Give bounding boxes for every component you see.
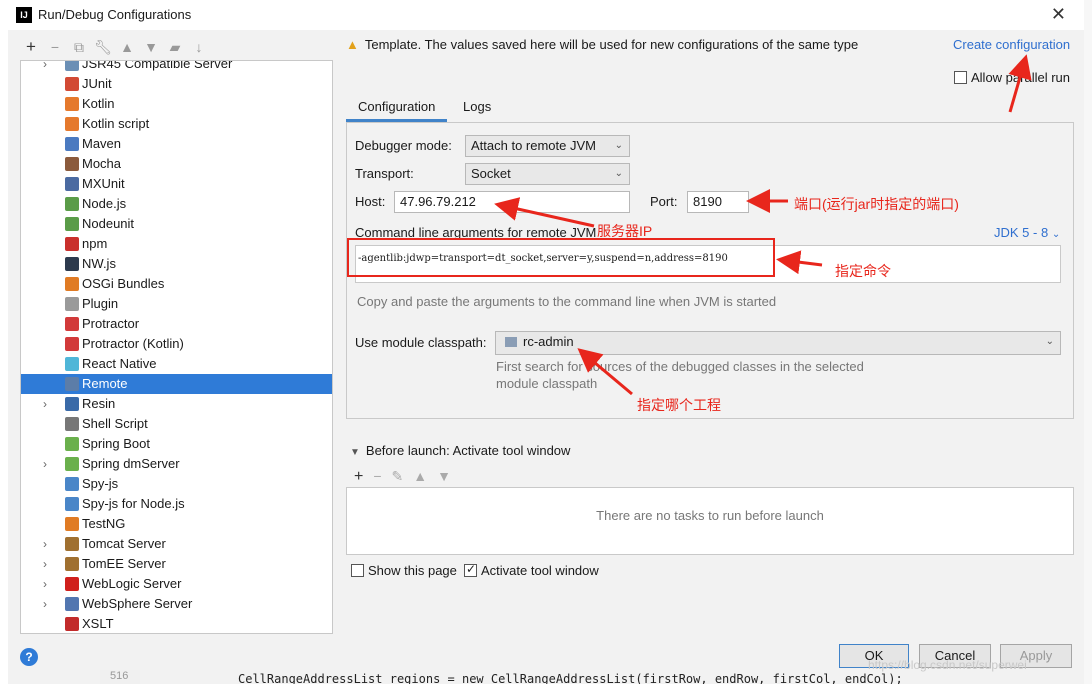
annotation-arrows xyxy=(494,54,1032,396)
ip-arrow xyxy=(494,197,595,228)
command-arrow xyxy=(776,250,823,275)
project-arrow xyxy=(577,348,633,396)
create-config-arrow xyxy=(1008,54,1032,113)
